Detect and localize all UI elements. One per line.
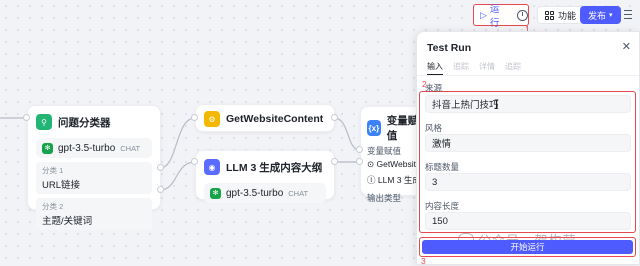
class-value: 主题/关键词 xyxy=(42,216,93,227)
node-title: 问题分类器 xyxy=(58,116,111,129)
features-button[interactable]: 功能 xyxy=(537,6,585,24)
output-port[interactable] xyxy=(157,164,164,171)
close-icon[interactable]: ✕ xyxy=(622,40,631,53)
content-length-value: 150 xyxy=(432,215,448,227)
classifier-icon: ⚲ xyxy=(36,114,52,130)
content-length-field[interactable]: 150 xyxy=(425,212,631,230)
input-port[interactable] xyxy=(356,146,363,153)
variable-icon: {x} xyxy=(367,120,381,136)
style-field[interactable]: 激情 xyxy=(425,134,631,152)
field-label-source: 来源 xyxy=(425,83,443,93)
publish-label: 发布 xyxy=(588,10,607,21)
tab-input[interactable]: 输入 xyxy=(427,61,443,75)
play-icon: ▷ xyxy=(480,9,487,20)
style-value: 激情 xyxy=(432,139,452,150)
node-question-classifier[interactable]: ⚲ 问题分类器 ✻ gpt-3.5-turbo CHAT 分类 1 URL链接 … xyxy=(27,105,161,230)
class-item: 分类 1 URL链接 xyxy=(36,162,152,194)
start-run-label: 开始运行 xyxy=(510,242,545,252)
input-port[interactable] xyxy=(191,114,198,121)
model-selector[interactable]: ✻ gpt-3.5-turbo CHAT xyxy=(36,138,152,158)
class-value: URL链接 xyxy=(42,180,81,191)
openai-icon: ✻ xyxy=(42,142,53,154)
llm-icon: ◉ xyxy=(204,159,220,175)
model-tag: CHAT xyxy=(120,143,141,153)
tab-tracing[interactable]: 追踪 xyxy=(505,61,521,75)
class-title: 分类 1 xyxy=(42,166,64,175)
divider xyxy=(417,75,639,76)
input-port[interactable] xyxy=(23,114,30,121)
panel-tabs: 输入 追踪 详情 追踪 xyxy=(427,61,521,75)
model-tag: CHAT xyxy=(288,188,309,198)
node-llm-outline[interactable]: ◉ LLM 3 生成内容大纲 ✻ gpt-3.5-turbo CHAT xyxy=(195,150,335,203)
output-port[interactable] xyxy=(331,158,338,165)
features-label: 功能 xyxy=(558,10,577,21)
checklist-icon[interactable] xyxy=(624,10,634,19)
input-port[interactable] xyxy=(191,158,198,165)
field-label-style: 风格 xyxy=(425,123,443,133)
source-field[interactable]: 抖音上热门技巧 xyxy=(425,95,631,113)
model-selector[interactable]: ✻ gpt-3.5-turbo CHAT xyxy=(204,183,326,203)
node-title: GetWebsiteContent xyxy=(226,113,324,125)
tab-detail[interactable]: 详情 xyxy=(479,61,495,75)
openai-icon: ✻ xyxy=(210,187,221,199)
run-label: 运行 xyxy=(489,4,500,29)
title-count-field[interactable]: 3 xyxy=(425,173,631,191)
history-icon[interactable] xyxy=(517,9,528,21)
tool-icon: ⚙ xyxy=(204,111,220,127)
output-port[interactable] xyxy=(331,114,338,121)
run-button[interactable]: ▷ 运行 xyxy=(473,4,529,29)
model-name: gpt-3.5-turbo xyxy=(226,187,284,199)
publish-button[interactable]: 发布 ▾ xyxy=(580,6,621,24)
node-get-website-content[interactable]: ⚙ GetWebsiteContent xyxy=(195,104,335,132)
chevron-down-icon: ▾ xyxy=(609,12,613,19)
node-title: LLM 3 生成内容大纲 xyxy=(226,161,323,174)
class-title: 分类 2 xyxy=(42,202,64,211)
output-port[interactable] xyxy=(157,186,164,193)
source-value: 抖音上热门技巧 xyxy=(432,100,499,111)
field-label-content-length: 内容长度 xyxy=(425,201,460,211)
field-label-title-count: 标题数量 xyxy=(425,162,460,172)
start-run-highlight: 开始运行 xyxy=(419,237,636,257)
start-run-button[interactable]: 开始运行 xyxy=(422,240,633,254)
title-count-value: 3 xyxy=(432,176,438,188)
model-name: gpt-3.5-turbo xyxy=(58,142,116,154)
text-cursor-icon: I xyxy=(494,98,500,113)
input-port[interactable] xyxy=(356,158,363,165)
tab-trace[interactable]: 追踪 xyxy=(453,61,469,75)
class-item: 分类 2 主题/关键词 xyxy=(36,198,152,230)
apps-icon xyxy=(545,10,554,20)
panel-title: Test Run xyxy=(427,42,472,54)
